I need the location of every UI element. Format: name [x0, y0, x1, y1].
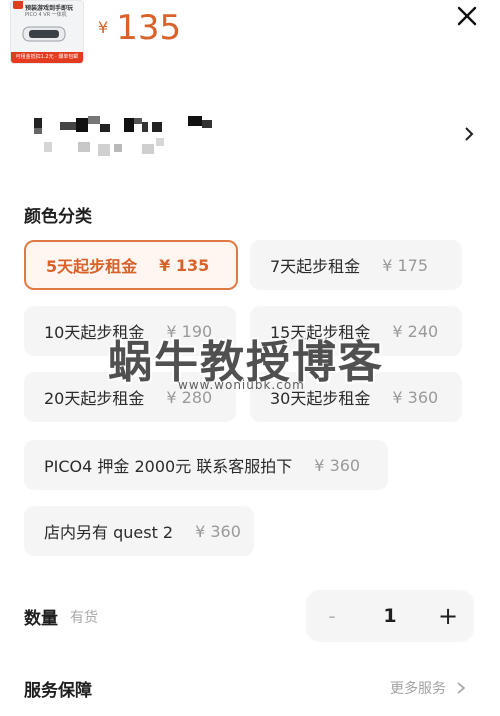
option-label: 店内另有 quest 2 — [44, 523, 174, 542]
option-10-day[interactable]: 10天起步租金 ¥ 190 — [24, 306, 236, 356]
option-20-day[interactable]: 20天起步租金 ¥ 280 — [24, 372, 236, 422]
option-label: 30天起步租金 — [270, 389, 371, 408]
option-price: ¥ 240 — [392, 321, 439, 341]
thumb-promo-strip: 可租金抵扣1.2元 · 爆单包邮 — [11, 52, 83, 63]
product-thumbnail[interactable]: 预装游戏到手即玩 PICO 4 VR 一体机 可租金抵扣1.2元 · 爆单包邮 — [10, 0, 84, 64]
option-30-day[interactable]: 30天起步租金 ¥ 360 — [250, 372, 462, 422]
option-quest-2[interactable]: 店内另有 quest 2 ¥ 360 — [24, 506, 254, 556]
more-services-link[interactable]: 更多服务 — [390, 678, 466, 698]
option-15-day[interactable]: 15天起步租金 ¥ 240 — [250, 306, 462, 356]
option-price: ¥ 280 — [166, 387, 213, 407]
option-pico4-deposit[interactable]: PICO4 押金 2000元 联系客服拍下 ¥ 360 — [24, 440, 388, 490]
option-price: ¥ 360 — [314, 455, 361, 475]
option-7-day[interactable]: 7天起步租金 ¥ 175 — [250, 240, 462, 290]
option-label: 5天起步租金 — [46, 257, 138, 276]
vr-headset-icon — [22, 26, 66, 42]
decrement-button[interactable]: - — [306, 590, 358, 642]
option-label: 10天起步租金 — [44, 323, 145, 342]
brand-badge — [13, 1, 23, 9]
chevron-right-icon — [457, 682, 466, 694]
option-label: 20天起步租金 — [44, 389, 145, 408]
color-section-title: 颜色分类 — [24, 207, 92, 227]
close-icon[interactable] — [455, 4, 479, 28]
service-title: 服务保障 — [24, 681, 92, 701]
header-price: ¥135 — [98, 8, 181, 48]
option-price: ¥ 190 — [166, 321, 213, 341]
quantity-value[interactable]: 1 — [366, 590, 414, 642]
currency-symbol: ¥ — [98, 18, 109, 37]
option-price: ¥ 175 — [382, 255, 428, 275]
option-price: ¥ 360 — [392, 387, 439, 407]
address-row[interactable] — [30, 112, 475, 164]
increment-button[interactable]: + — [422, 590, 474, 642]
option-label: PICO4 押金 2000元 联系客服拍下 — [44, 457, 293, 476]
thumb-subtitle: PICO 4 VR 一体机 — [25, 12, 67, 18]
stock-status: 有货 — [70, 610, 98, 626]
chevron-right-icon — [465, 127, 474, 141]
quantity-stepper: - 1 + — [306, 590, 474, 642]
option-label: 15天起步租金 — [270, 323, 371, 342]
option-price: ¥ 360 — [195, 521, 241, 541]
option-label: 7天起步租金 — [270, 257, 361, 276]
option-5-day[interactable]: 5天起步租金 ¥ 135 — [24, 240, 238, 290]
price-value: 135 — [116, 8, 182, 48]
quantity-label: 数量 — [24, 609, 58, 629]
more-services-label: 更多服务 — [390, 681, 446, 697]
option-price: ¥ 135 — [159, 255, 210, 275]
